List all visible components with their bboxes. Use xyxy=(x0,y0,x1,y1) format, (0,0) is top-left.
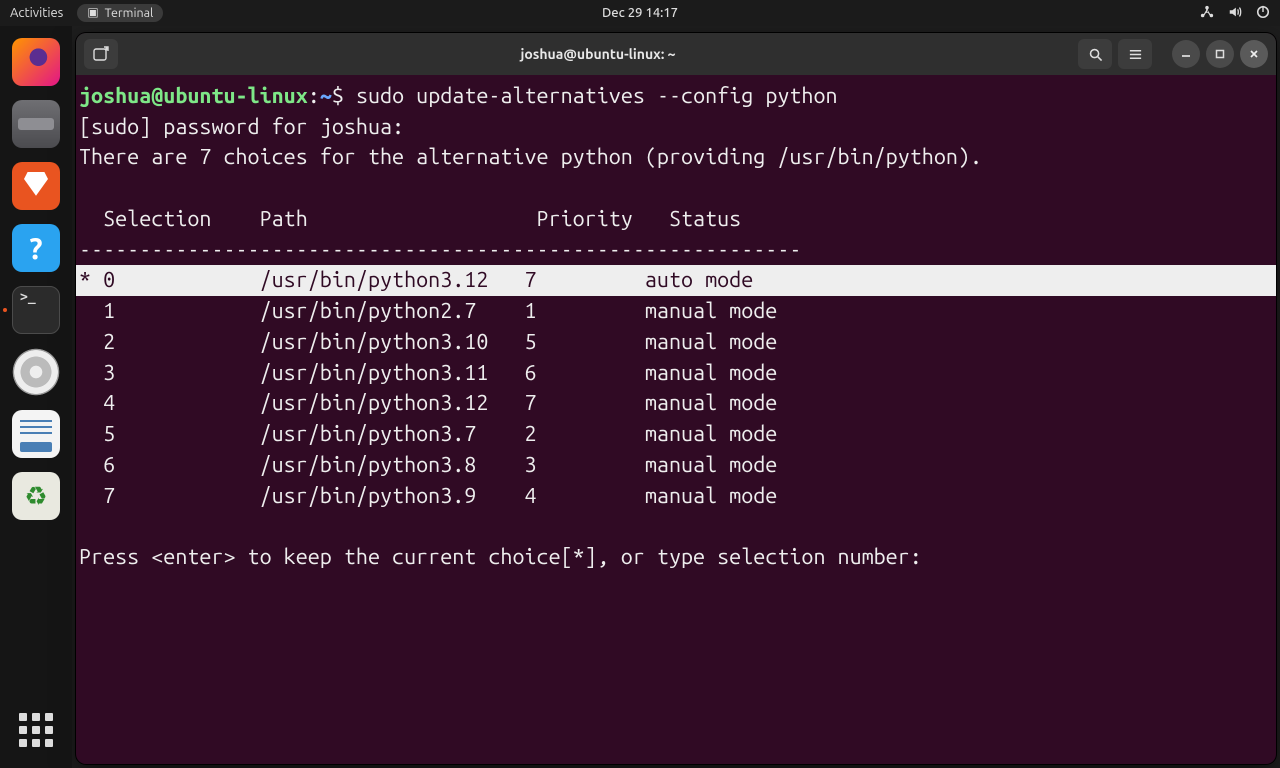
terminal-line: [sudo] password for joshua: xyxy=(76,112,1276,143)
search-button[interactable] xyxy=(1078,39,1112,69)
alternatives-row: 5 /usr/bin/python3.7 2 manual mode xyxy=(76,419,1276,450)
terminal-line: Press <enter> to keep the current choice… xyxy=(76,542,1276,573)
alternatives-row-selected: * 0 /usr/bin/python3.12 7 auto mode xyxy=(76,265,1276,296)
terminal-indicator-icon: ▣ xyxy=(87,7,98,19)
dock-software[interactable] xyxy=(12,162,60,210)
activities-button[interactable]: Activities xyxy=(10,6,63,20)
dock-disks[interactable] xyxy=(12,348,60,396)
window-title: joshua@ubuntu-linux: ~ xyxy=(124,46,1072,62)
terminal-line: There are 7 choices for the alternative … xyxy=(76,142,1276,173)
dock-files[interactable] xyxy=(12,100,60,148)
hamburger-menu-button[interactable] xyxy=(1118,39,1152,69)
alternatives-row: 3 /usr/bin/python3.11 6 manual mode xyxy=(76,358,1276,389)
terminal-line: ----------------------------------------… xyxy=(76,235,1276,266)
dock-help[interactable]: ? xyxy=(12,224,60,272)
dock-trash[interactable] xyxy=(12,472,60,520)
alternatives-row: 1 /usr/bin/python2.7 1 manual mode xyxy=(76,296,1276,327)
alternatives-row: 6 /usr/bin/python3.8 3 manual mode xyxy=(76,450,1276,481)
dock-terminal[interactable] xyxy=(12,286,60,334)
terminal-line xyxy=(76,173,1276,204)
dock: ? xyxy=(0,26,72,768)
clock[interactable]: Dec 29 14:17 xyxy=(602,6,678,20)
terminal-line: Selection Path Priority Status xyxy=(76,204,1276,235)
dock-text-editor[interactable] xyxy=(12,410,60,458)
app-menu[interactable]: ▣ Terminal xyxy=(77,4,163,22)
alternatives-row: 4 /usr/bin/python3.12 7 manual mode xyxy=(76,388,1276,419)
close-button[interactable] xyxy=(1240,40,1268,68)
show-applications-button[interactable] xyxy=(16,710,56,750)
power-icon[interactable] xyxy=(1256,5,1270,22)
terminal-window: joshua@ubuntu-linux: ~ joshua@ubuntu-lin… xyxy=(76,33,1276,764)
terminal-line: joshua@ubuntu-linux:~$ sudo update-alter… xyxy=(76,81,1276,112)
dock-firefox[interactable] xyxy=(12,38,60,86)
app-menu-label: Terminal xyxy=(105,6,154,20)
maximize-button[interactable] xyxy=(1206,40,1234,68)
network-icon[interactable] xyxy=(1200,5,1214,22)
new-tab-button[interactable] xyxy=(84,39,118,69)
terminal-output[interactable]: joshua@ubuntu-linux:~$ sudo update-alter… xyxy=(76,75,1276,764)
minimize-button[interactable] xyxy=(1172,40,1200,68)
terminal-line xyxy=(76,511,1276,542)
alternatives-row: 7 /usr/bin/python3.9 4 manual mode xyxy=(76,481,1276,512)
alternatives-row: 2 /usr/bin/python3.10 5 manual mode xyxy=(76,327,1276,358)
gnome-topbar: Activities ▣ Terminal Dec 29 14:17 xyxy=(0,0,1280,26)
window-titlebar[interactable]: joshua@ubuntu-linux: ~ xyxy=(76,33,1276,75)
sound-icon[interactable] xyxy=(1228,5,1242,22)
